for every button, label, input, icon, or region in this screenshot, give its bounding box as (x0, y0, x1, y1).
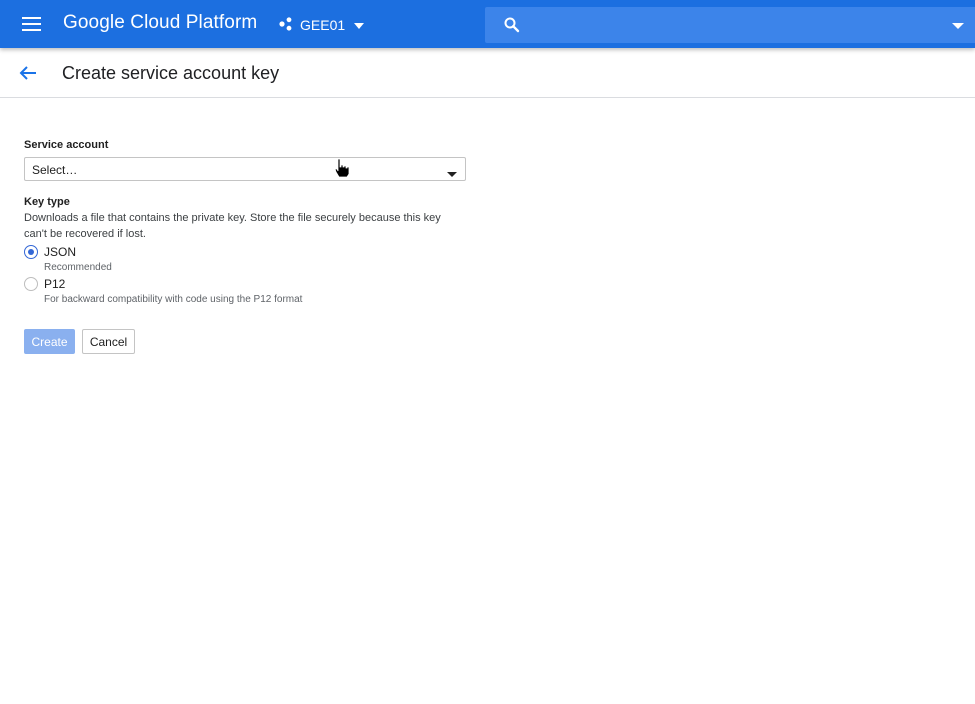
top-app-bar: Google Cloud Platform GEE01 (0, 0, 975, 48)
create-button[interactable]: Create (24, 329, 75, 354)
search-input[interactable] (529, 15, 929, 35)
search-icon (503, 16, 521, 34)
page-header: Create service account key (0, 48, 975, 98)
service-account-label: Service account (24, 139, 109, 151)
project-name: GEE01 (300, 17, 346, 33)
project-nodes-icon (278, 16, 294, 35)
key-type-description: Downloads a file that contains the priva… (24, 212, 441, 240)
search-bar[interactable] (485, 7, 975, 43)
service-account-select[interactable]: Select… (24, 157, 466, 181)
page-title: Create service account key (62, 63, 280, 83)
radio-option-p12[interactable]: P12 (24, 277, 65, 291)
project-picker[interactable]: GEE01 (278, 12, 365, 38)
radio-help-json: Recommended (44, 262, 112, 273)
product-logo[interactable]: Google Cloud Platform (63, 12, 257, 34)
caret-down-icon (353, 17, 365, 33)
radio-help-p12: For backward compatibility with code usi… (44, 294, 303, 305)
caret-down-icon (447, 167, 457, 181)
search-caret-down-icon[interactable] (951, 19, 965, 31)
arrow-back-icon[interactable] (16, 61, 40, 85)
radio-label-p12: P12 (44, 277, 66, 291)
cancel-button[interactable]: Cancel (82, 329, 135, 354)
radio-button-json[interactable] (24, 245, 38, 259)
radio-label-json: JSON (44, 245, 77, 259)
service-account-selected-value: Select… (32, 163, 78, 177)
key-type-label: Key type (24, 196, 70, 208)
hamburger-menu-icon[interactable] (18, 12, 46, 36)
hand-pointer-cursor-icon (334, 158, 350, 178)
radio-button-p12[interactable] (24, 277, 38, 291)
radio-option-json[interactable]: JSON (24, 245, 76, 259)
